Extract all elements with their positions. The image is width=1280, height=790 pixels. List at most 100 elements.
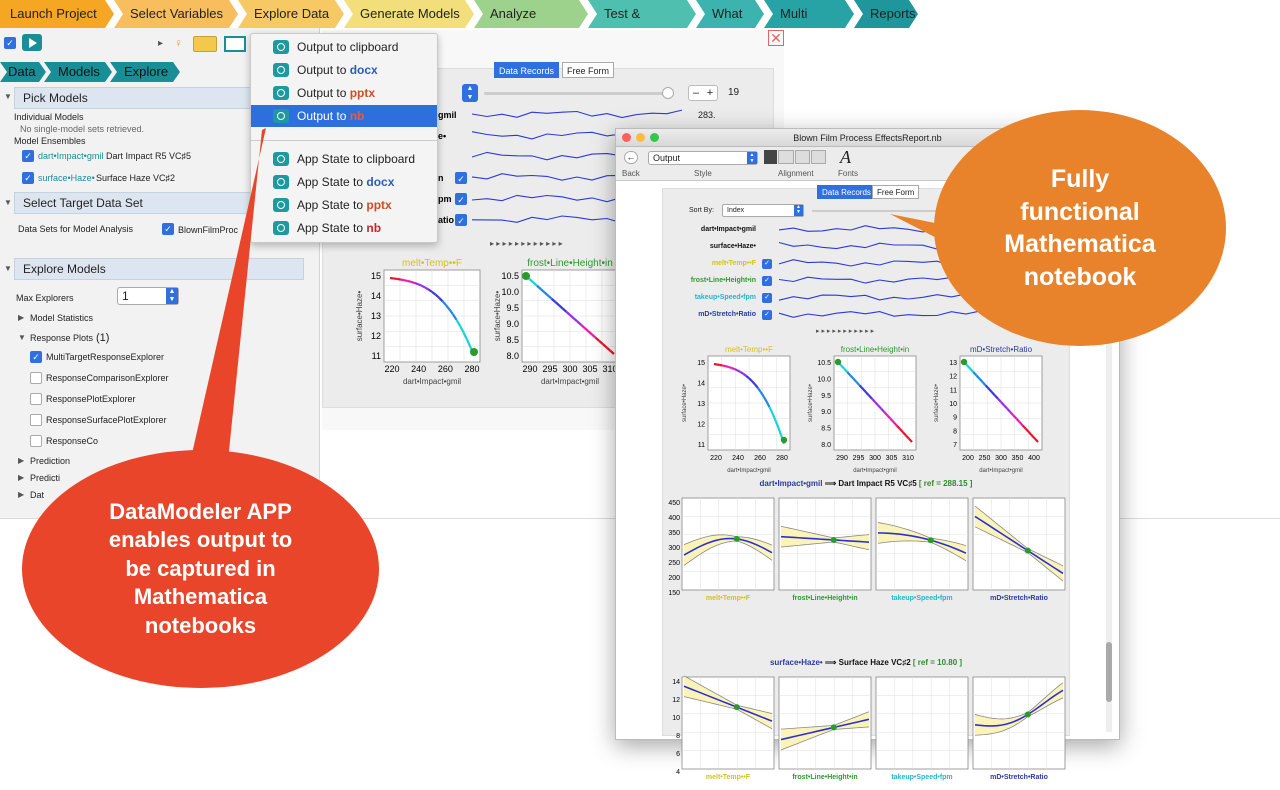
workflow-step[interactable]: Test & Validate (588, 0, 696, 28)
menu-item-prefix: App State to (297, 198, 367, 212)
x-tick-label: 295 (542, 364, 557, 374)
menu-item[interactable]: Output to clipboard (251, 36, 437, 58)
ensemble-checkbox[interactable]: ✓ (22, 172, 34, 184)
breadcrumb-item[interactable]: Explore (110, 62, 180, 82)
alignment-group (764, 150, 826, 164)
expand-icon[interactable]: ▸ (158, 38, 163, 49)
close-window-icon[interactable] (622, 133, 631, 142)
collapse-icon[interactable]: ▼ (4, 92, 12, 101)
collapse-icon[interactable]: ▼ (4, 264, 12, 273)
fonts-icon[interactable]: A (840, 147, 851, 168)
plot-title: melt•Temp••F (725, 345, 773, 354)
y-tick-label: 8.5 (506, 335, 519, 345)
menu-item[interactable]: App State to clipboard (251, 148, 437, 170)
toolbar-checkbox[interactable]: ✓ (4, 37, 16, 49)
explorer-checkbox[interactable] (30, 435, 42, 447)
align-right-icon[interactable] (794, 150, 810, 164)
workflow-step[interactable]: Analyze Models (474, 0, 588, 28)
curve-segment (736, 369, 741, 373)
expand-icon[interactable]: ▶ (18, 456, 24, 465)
y-tick-label: 14 (672, 679, 680, 686)
workflow-step[interactable]: Launch Project (0, 0, 114, 28)
response-heading: surface•Haze• ⟹ Surface Haze VC♯2 [ ref … (770, 658, 962, 667)
workflow-step[interactable]: What If? (696, 0, 764, 28)
align-justify-icon[interactable] (810, 150, 826, 164)
plot-title: mD•Stretch•Ratio (970, 345, 1033, 354)
lightbulb-icon[interactable]: ♀ (174, 36, 183, 50)
reference-point (927, 537, 934, 544)
explorer-option-label: ResponseComparisonExplorer (46, 373, 169, 383)
section-item[interactable]: Dat (30, 490, 44, 500)
dropdown-arrows-icon[interactable]: ▲ ▼ (747, 152, 757, 164)
workflow-step[interactable]: Explore Data (238, 0, 344, 28)
curve-segment (417, 283, 422, 287)
menu-separator (251, 140, 437, 141)
factor-label: melt•Temp••F (706, 595, 751, 602)
align-center-icon[interactable] (778, 150, 794, 164)
breadcrumb-item[interactable]: Models (44, 62, 112, 82)
menu-item-format: docx (349, 63, 378, 77)
menu-item[interactable]: App State to docx (251, 171, 437, 193)
reference-point (834, 358, 842, 366)
plot-title: melt•Temp••F (402, 258, 462, 269)
toolbar-label-fonts: Fonts (838, 169, 859, 178)
ensemble-checkbox[interactable]: ✓ (22, 150, 34, 162)
collapse-icon[interactable]: ▼ (18, 333, 26, 342)
response-plots-item[interactable]: Response Plots (30, 333, 93, 343)
y-tick-label: 8.0 (506, 351, 519, 361)
factor-label: melt•Temp••F (706, 774, 751, 781)
y-tick-label: 8 (953, 428, 957, 435)
max-explorers-stepper[interactable]: 1 ▲ ▼ (117, 287, 179, 305)
menu-item[interactable]: App State to pptx (251, 194, 437, 216)
y-tick-label: 9.5 (821, 393, 831, 400)
menu-item[interactable]: Output to nb (251, 105, 437, 127)
menu-item[interactable]: Output to docx (251, 59, 437, 81)
workflow-step[interactable]: Multi Target (764, 0, 854, 28)
data-set-name: BlownFilmProc (178, 225, 239, 235)
stepper-arrows-icon[interactable]: ▲ ▼ (166, 288, 178, 304)
pager-arrows-icon[interactable]: ▸ ▸ ▸ ▸ ▸ ▸ ▸ ▸ ▸ ▸ ▸ ▸ (490, 239, 563, 248)
style-dropdown[interactable]: Output ▲ ▼ (648, 151, 758, 165)
explorer-checkbox[interactable] (30, 372, 42, 384)
y-tick-label: 11 (372, 351, 381, 361)
y-tick-label: 9 (953, 415, 957, 422)
factor-label: mD•Stretch•Ratio (990, 774, 1048, 781)
explorer-checkbox[interactable] (30, 414, 42, 426)
camera-icon (273, 109, 289, 123)
workflow-step[interactable]: Generate Models (344, 0, 474, 28)
expand-icon[interactable]: ▶ (18, 490, 24, 499)
pager-arrows-icon[interactable]: ▸ ▸ ▸ ▸ ▸ ▸ ▸ ▸ ▸ ▸ ▸ (816, 328, 875, 335)
y-tick-label: 13 (371, 311, 381, 321)
run-button[interactable] (22, 34, 42, 51)
back-button[interactable]: ← (624, 151, 638, 164)
data-set-checkbox[interactable]: ✓ (162, 223, 174, 235)
model-statistics-item[interactable]: Model Statistics (30, 313, 93, 323)
window-icon[interactable] (224, 36, 246, 52)
expand-icon[interactable]: ▶ (18, 313, 24, 322)
curve-segment (739, 370, 744, 375)
menu-item[interactable]: Output to pptx (251, 82, 437, 104)
explorer-checkbox[interactable] (30, 393, 42, 405)
menu-item-format: docx (366, 175, 395, 189)
section-explore-models[interactable]: Explore Models (14, 258, 304, 280)
menu-item[interactable]: App State to nb (251, 217, 437, 239)
explorer-checkbox[interactable]: ✓ (30, 351, 42, 363)
section-item[interactable]: Prediction (30, 456, 70, 466)
expand-icon[interactable]: ▶ (18, 473, 24, 482)
collapse-icon[interactable]: ▼ (4, 198, 12, 207)
minimize-window-icon[interactable] (636, 133, 645, 142)
individual-models-label: Individual Models (14, 112, 84, 122)
sparkline (471, 109, 683, 119)
y-tick-label: 15 (371, 271, 381, 281)
align-left-icon[interactable] (764, 150, 778, 164)
model-ensembles-label: Model Ensembles (14, 136, 86, 146)
menu-item-format: pptx (366, 198, 392, 212)
breadcrumb-item[interactable]: Data (0, 62, 46, 82)
workflow-step[interactable]: Reports (854, 0, 918, 28)
folder-icon[interactable] (193, 36, 217, 52)
section-item[interactable]: Predicti (30, 473, 60, 483)
zoom-window-icon[interactable] (650, 133, 659, 142)
workflow-step[interactable]: Select Variables (114, 0, 238, 28)
sparkline (778, 310, 1010, 318)
row-label: pm (438, 194, 452, 204)
